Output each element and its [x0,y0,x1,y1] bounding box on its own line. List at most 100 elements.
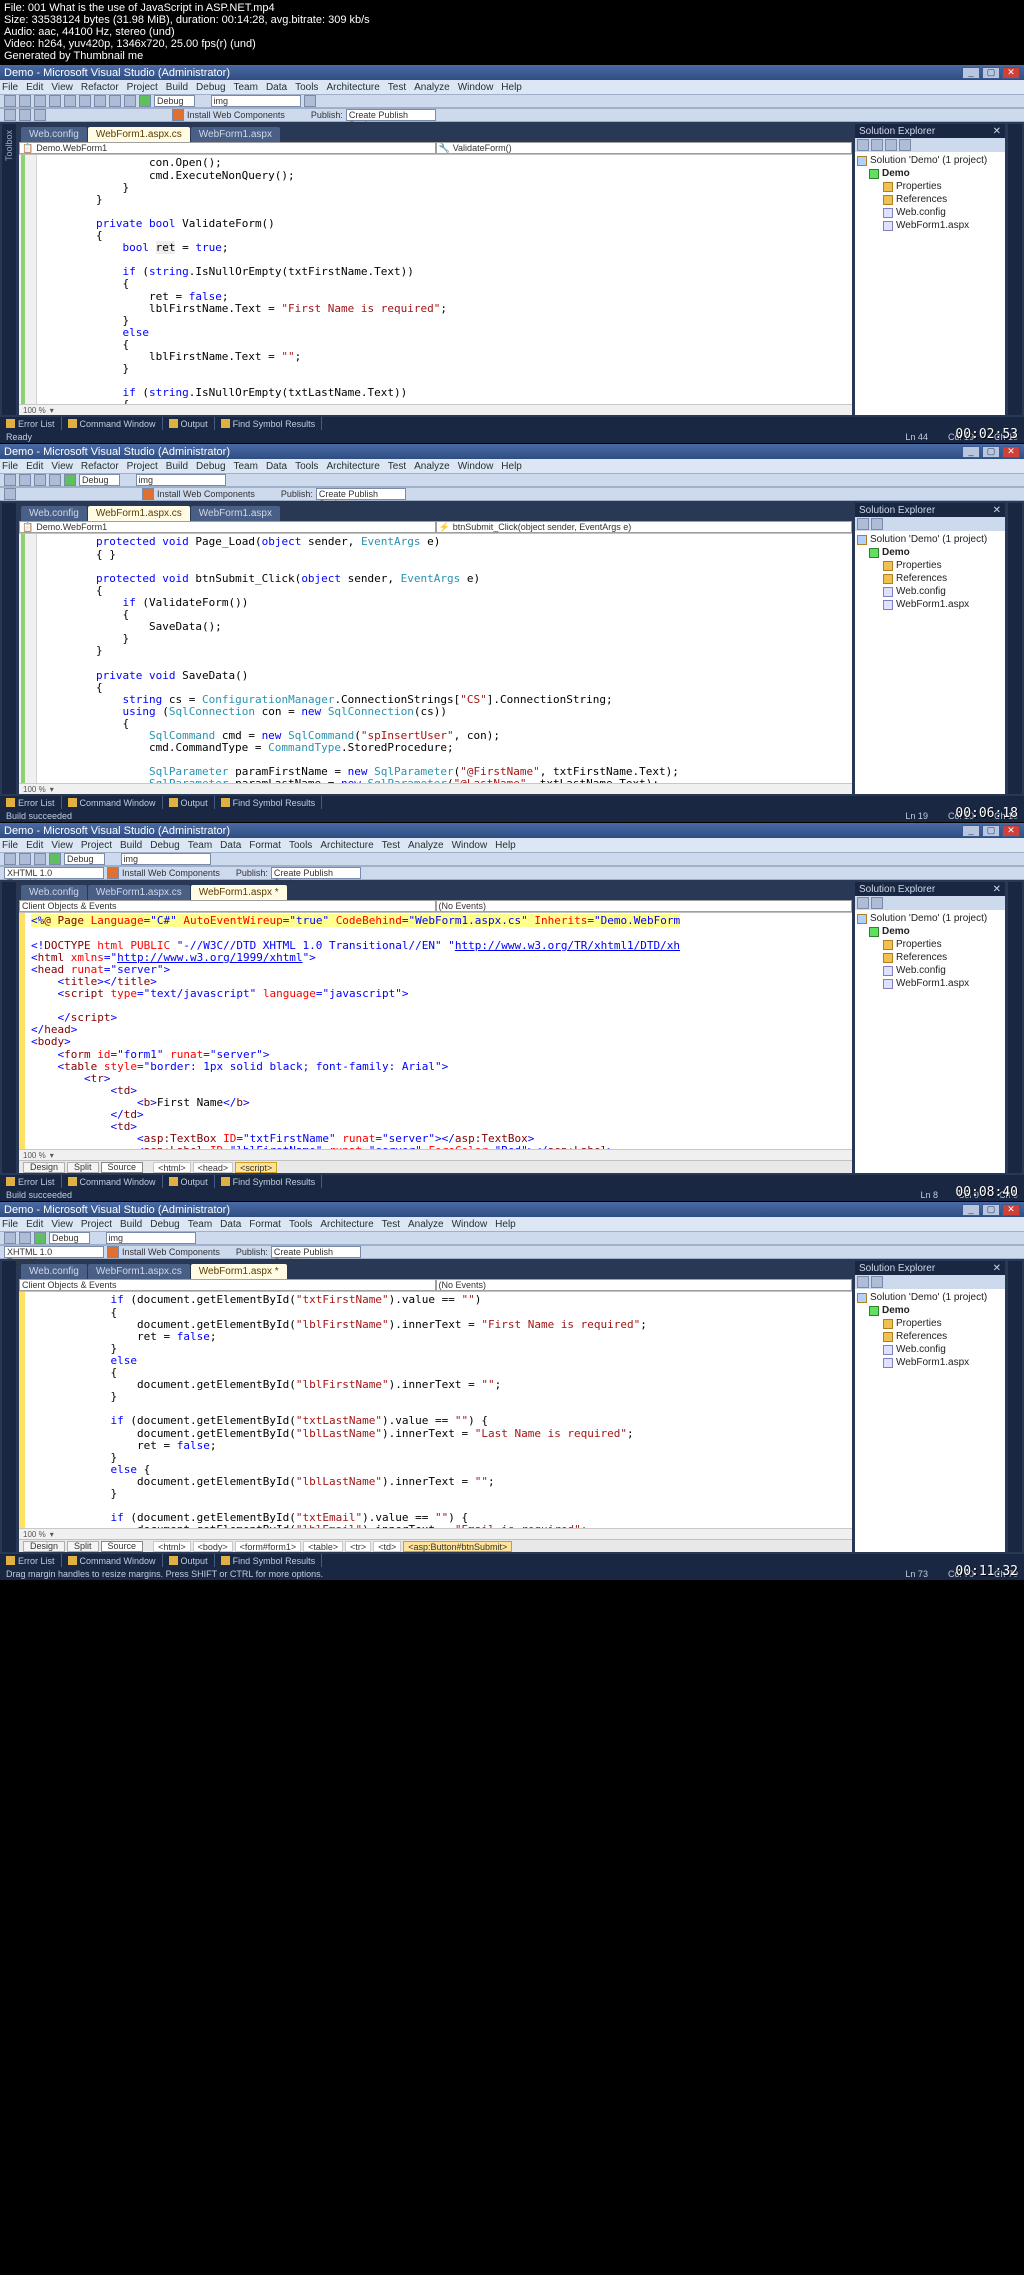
maximize-button[interactable]: ▢ [982,67,1000,79]
minimize-button[interactable]: _ [962,446,980,458]
redo-icon[interactable] [124,95,136,107]
tab-web-config[interactable]: Web.config [21,1264,87,1279]
document-tabs[interactable]: Web.config WebForm1.aspx.cs WebForm1.asp… [19,124,852,142]
run-icon[interactable] [34,1232,46,1244]
right-rail[interactable] [1008,503,1022,794]
minimize-button[interactable]: _ [962,825,980,837]
run-icon[interactable] [139,95,151,107]
find-box[interactable]: img [136,474,226,486]
toolbar-icon[interactable] [19,1232,31,1244]
menu-item[interactable]: View [51,840,73,851]
publish-dropdown[interactable]: Create Publish Settings [346,109,436,121]
document-tabs[interactable]: Web.config WebForm1.aspx.cs WebForm1.asp… [19,1261,852,1279]
menu-item[interactable]: Format [249,1219,281,1230]
menu-item[interactable]: Project [127,82,158,93]
menu-item[interactable]: File [2,461,18,472]
find-results-tab[interactable]: Find Symbol Results [215,1175,323,1188]
menu-item[interactable]: Tools [295,461,318,472]
command-window-tab[interactable]: Command Window [62,1175,163,1188]
panel-close-icon[interactable]: ✕ [993,884,1001,895]
toolbar-1[interactable]: Debug img [0,1231,1024,1245]
bottom-panel-tabs[interactable]: Error List Command Window Output Find Sy… [0,796,1024,809]
maximize-button[interactable]: ▢ [982,1204,1000,1216]
tab-webform-aspx[interactable]: WebForm1.aspx [191,127,280,142]
tree-item[interactable]: Properties [857,938,1003,951]
menu-item[interactable]: File [2,1219,18,1230]
code-text[interactable]: <%@ Page Language="C#" AutoEventWireup="… [25,913,852,1149]
toolbar-icon[interactable] [49,474,61,486]
close-button[interactable]: ✕ [1002,67,1020,79]
error-list-tab[interactable]: Error List [0,796,62,809]
split-view-button[interactable]: Split [67,1541,99,1552]
menu-item[interactable]: Architecture [320,1219,373,1230]
solution-explorer-title[interactable]: Solution Explorer✕ [855,1261,1005,1275]
code-editor[interactable]: <%@ Page Language="C#" AutoEventWireup="… [19,913,852,1149]
error-list-tab[interactable]: Error List [0,1554,62,1567]
tree-item[interactable]: Properties [857,1317,1003,1330]
se-icon[interactable] [857,518,869,530]
menu-item[interactable]: Test [382,840,400,851]
error-list-tab[interactable]: Error List [0,1175,62,1188]
panel-close-icon[interactable]: ✕ [993,126,1001,137]
find-box[interactable]: img [106,1232,196,1244]
se-icon[interactable] [871,518,883,530]
run-icon[interactable] [64,474,76,486]
menu-item[interactable]: Edit [26,840,43,851]
menu-item[interactable]: Team [188,1219,212,1230]
menu-item[interactable]: Analyze [408,840,444,851]
menu-item[interactable]: Window [458,461,494,472]
tree-project[interactable]: Demo [857,546,1003,559]
design-view-button[interactable]: Design [23,1162,65,1173]
tree-item[interactable]: Web.config [857,585,1003,598]
solution-explorer-title[interactable]: Solution Explorer✕ [855,882,1005,896]
tree-project[interactable]: Demo [857,925,1003,938]
toolbar-icon[interactable] [34,109,46,121]
install-icon[interactable] [107,867,119,879]
se-icon[interactable] [871,139,883,151]
install-icon[interactable] [142,488,154,500]
bottom-panel-tabs[interactable]: Error List Command Window Output Find Sy… [0,1554,1024,1567]
zoom-bar[interactable]: 100 %▾ [19,404,852,415]
menu-item[interactable]: Data [220,840,241,851]
menu-item[interactable]: Edit [26,461,43,472]
solution-tree[interactable]: Solution 'Demo' (1 project) Demo Propert… [855,152,1005,415]
menu-bar[interactable]: FileEditViewProjectBuildDebugTeamDataFor… [0,1217,1024,1231]
menu-item[interactable]: Test [388,461,406,472]
window-title-bar[interactable]: Demo - Microsoft Visual Studio (Administ… [0,1202,1024,1217]
tree-item[interactable]: References [857,951,1003,964]
tab-webform-cs[interactable]: WebForm1.aspx.cs [88,506,190,521]
minimize-button[interactable]: _ [962,1204,980,1216]
tree-item[interactable]: Web.config [857,206,1003,219]
left-rail[interactable]: Toolbox [2,124,16,415]
solution-explorer-toolbar[interactable] [855,1275,1005,1289]
menu-bar[interactable]: FileEditViewProjectBuildDebugTeamDataFor… [0,838,1024,852]
toolbar-1[interactable]: Debug img [0,94,1024,108]
paste-icon[interactable] [94,95,106,107]
menu-item[interactable]: File [2,82,18,93]
menu-item[interactable]: Architecture [326,82,379,93]
code-editor[interactable]: con.Open(); cmd.ExecuteNonQuery(); } } p… [19,155,852,404]
menu-bar[interactable]: File Edit View Refactor Project Build De… [0,80,1024,94]
tree-item[interactable]: Web.config [857,964,1003,977]
output-tab[interactable]: Output [163,1554,215,1567]
right-rail[interactable] [1008,882,1022,1173]
toolbar-2[interactable]: XHTML 1.0 Transition Install Web Compone… [0,866,1024,880]
menu-item[interactable]: Tools [289,1219,312,1230]
tab-webform-cs[interactable]: WebForm1.aspx.cs [88,1264,190,1279]
install-web-components[interactable]: Install Web Components [122,1247,220,1257]
menu-item[interactable]: Build [166,461,188,472]
toolbar-icon[interactable] [19,853,31,865]
menu-item[interactable]: Help [495,840,516,851]
view-switcher[interactable]: Design Split Source <html> <body> <form#… [19,1539,852,1552]
se-icon[interactable] [857,139,869,151]
toolbar-2[interactable]: Install Web Components Publish: Create P… [0,108,1024,122]
command-window-tab[interactable]: Command Window [62,1554,163,1567]
right-rail[interactable] [1008,124,1022,415]
zoom-bar[interactable]: 100 %▾ [19,1528,852,1539]
solution-explorer-title[interactable]: Solution Explorer ✕ [855,124,1005,138]
publish-dropdown[interactable]: Create Publish Settings [271,1246,361,1258]
menu-item[interactable]: Edit [26,1219,43,1230]
menu-item[interactable]: Build [120,1219,142,1230]
cut-icon[interactable] [64,95,76,107]
menu-bar[interactable]: FileEditViewRefactorProjectBuildDebugTea… [0,459,1024,473]
